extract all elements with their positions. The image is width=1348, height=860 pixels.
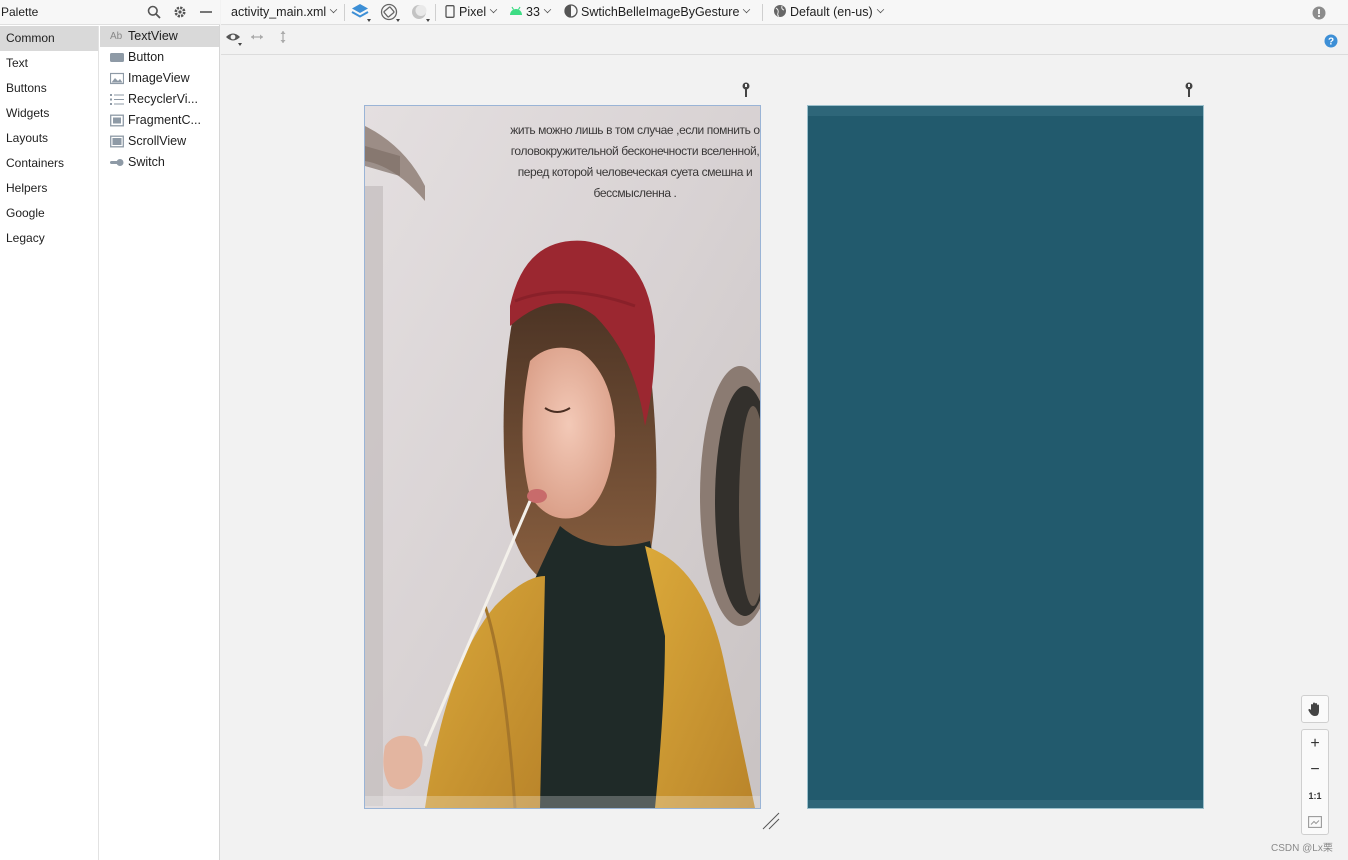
category-buttons[interactable]: Buttons (0, 76, 98, 101)
view-options-button[interactable] (225, 29, 243, 54)
button-icon (110, 53, 124, 62)
night-mode-button[interactable] (409, 2, 431, 27)
night-mode-icon (412, 5, 430, 22)
android-studio-layout-editor: Palette Common Text Buttons Widgets Layo… (0, 0, 1348, 860)
search-icon[interactable] (146, 4, 162, 20)
chevron-down-icon (743, 5, 751, 14)
help-icon: ? (1324, 34, 1338, 48)
widget-button[interactable]: Button (100, 47, 219, 68)
zoom-actual-size-button[interactable]: 1:1 (1302, 783, 1328, 809)
device-name: Pixel (459, 5, 487, 19)
widget-label: FragmentC... (128, 113, 201, 127)
palette-panel: Palette Common Text Buttons Widgets Layo… (0, 0, 220, 860)
wrench-icon[interactable] (1184, 82, 1194, 98)
chevron-down-icon (489, 5, 498, 14)
svg-text:?: ? (1328, 37, 1334, 48)
widget-label: TextView (128, 29, 178, 43)
api-level-selector[interactable]: 33 (509, 0, 552, 25)
help-button[interactable]: ? (1324, 32, 1338, 57)
horizontal-constraints-button[interactable] (249, 29, 265, 54)
horizontal-arrows-icon (251, 34, 263, 40)
theme-icon (564, 4, 578, 18)
api-level: 33 (526, 5, 540, 19)
editor-toolbar: activity_main.xml Pixel 33 SwtichBelleIm… (221, 0, 1348, 25)
gear-icon[interactable] (172, 4, 188, 20)
rotate-icon (380, 3, 400, 22)
category-legacy[interactable]: Legacy (0, 226, 98, 251)
category-widgets[interactable]: Widgets (0, 101, 98, 126)
zoom-in-button[interactable]: + (1302, 731, 1328, 757)
toolbar-divider (435, 4, 436, 21)
view-options-toolbar: ? (221, 26, 1348, 55)
locale-name: Default (en-us) (790, 5, 873, 19)
category-helpers[interactable]: Helpers (0, 176, 98, 201)
blueprint-preview[interactable] (807, 105, 1204, 809)
vertical-arrows-icon (280, 31, 286, 43)
zoom-controls: + − 1:1 (1301, 729, 1329, 835)
switch-icon (110, 159, 124, 166)
fragmentcontainer-icon (110, 114, 124, 127)
toolbar-divider (762, 4, 763, 21)
file-name: activity_main.xml (231, 5, 327, 19)
warning-icon (1312, 6, 1326, 20)
orientation-button[interactable] (379, 2, 401, 27)
blueprint-navigation-bar (808, 800, 1203, 808)
eye-icon (226, 33, 242, 46)
widget-scrollview[interactable]: ScrollView (100, 131, 219, 152)
widget-imageview[interactable]: ImageView (100, 68, 219, 89)
widget-label: ScrollView (128, 134, 187, 148)
background-photo (365, 106, 760, 808)
toolbar-divider (344, 4, 345, 21)
phone-icon (445, 5, 455, 18)
palette-title: Palette (1, 5, 39, 19)
fit-screen-icon (1308, 816, 1322, 828)
hand-icon (1308, 702, 1319, 716)
zoom-to-fit-button[interactable] (1302, 809, 1328, 835)
design-surface-button[interactable] (350, 2, 372, 27)
locale-selector[interactable]: Default (en-us) (773, 0, 884, 25)
theme-name: SwtichBelleImageByGesture (581, 5, 740, 19)
wrench-icon[interactable] (741, 82, 751, 98)
widget-label: Switch (128, 155, 165, 169)
zoom-out-button[interactable]: − (1302, 757, 1328, 783)
palette-header: Palette (0, 0, 220, 25)
design-canvas[interactable]: жить можно лишь в том случае ,если помни… (221, 56, 1348, 860)
globe-icon (774, 5, 786, 17)
scrollview-icon (110, 135, 124, 148)
chevron-down-icon (876, 5, 884, 14)
widget-recyclerview[interactable]: RecyclerVi... (100, 89, 219, 110)
recyclerview-icon (110, 94, 124, 105)
pan-button[interactable] (1301, 695, 1329, 723)
category-containers[interactable]: Containers (0, 151, 98, 176)
file-selector[interactable]: activity_main.xml (231, 0, 338, 25)
widget-switch[interactable]: Switch (100, 152, 219, 173)
layers-icon (351, 4, 371, 22)
imageview-icon (110, 72, 124, 85)
quote-textview[interactable]: жить можно лишь в том случае ,если помни… (510, 120, 760, 204)
theme-selector[interactable]: SwtichBelleImageByGesture (564, 0, 751, 25)
widget-label: ImageView (128, 71, 190, 85)
widget-label: RecyclerVi... (128, 92, 198, 106)
palette-categories: Common Text Buttons Widgets Layouts Cont… (0, 26, 99, 860)
resize-handle-icon[interactable] (761, 811, 781, 831)
widget-fragmentcontainer[interactable]: FragmentC... (100, 110, 219, 131)
device-selector[interactable]: Pixel (445, 0, 498, 25)
widget-textview[interactable]: Ab TextView (100, 26, 219, 47)
design-preview[interactable]: жить можно лишь в том случае ,если помни… (364, 105, 761, 809)
textview-icon: Ab (110, 31, 123, 42)
minimize-icon[interactable] (198, 4, 214, 20)
blueprint-status-bar (808, 106, 1203, 116)
vertical-constraints-button[interactable] (275, 29, 291, 54)
watermark: CSDN @Lx栗 (1271, 843, 1333, 854)
widget-label: Button (128, 50, 165, 64)
category-text[interactable]: Text (0, 51, 98, 76)
chevron-down-icon (543, 5, 552, 14)
chevron-down-icon (329, 5, 338, 14)
android-icon (510, 6, 522, 15)
category-google[interactable]: Google (0, 201, 98, 226)
category-layouts[interactable]: Layouts (0, 126, 98, 151)
category-common[interactable]: Common (0, 26, 98, 51)
